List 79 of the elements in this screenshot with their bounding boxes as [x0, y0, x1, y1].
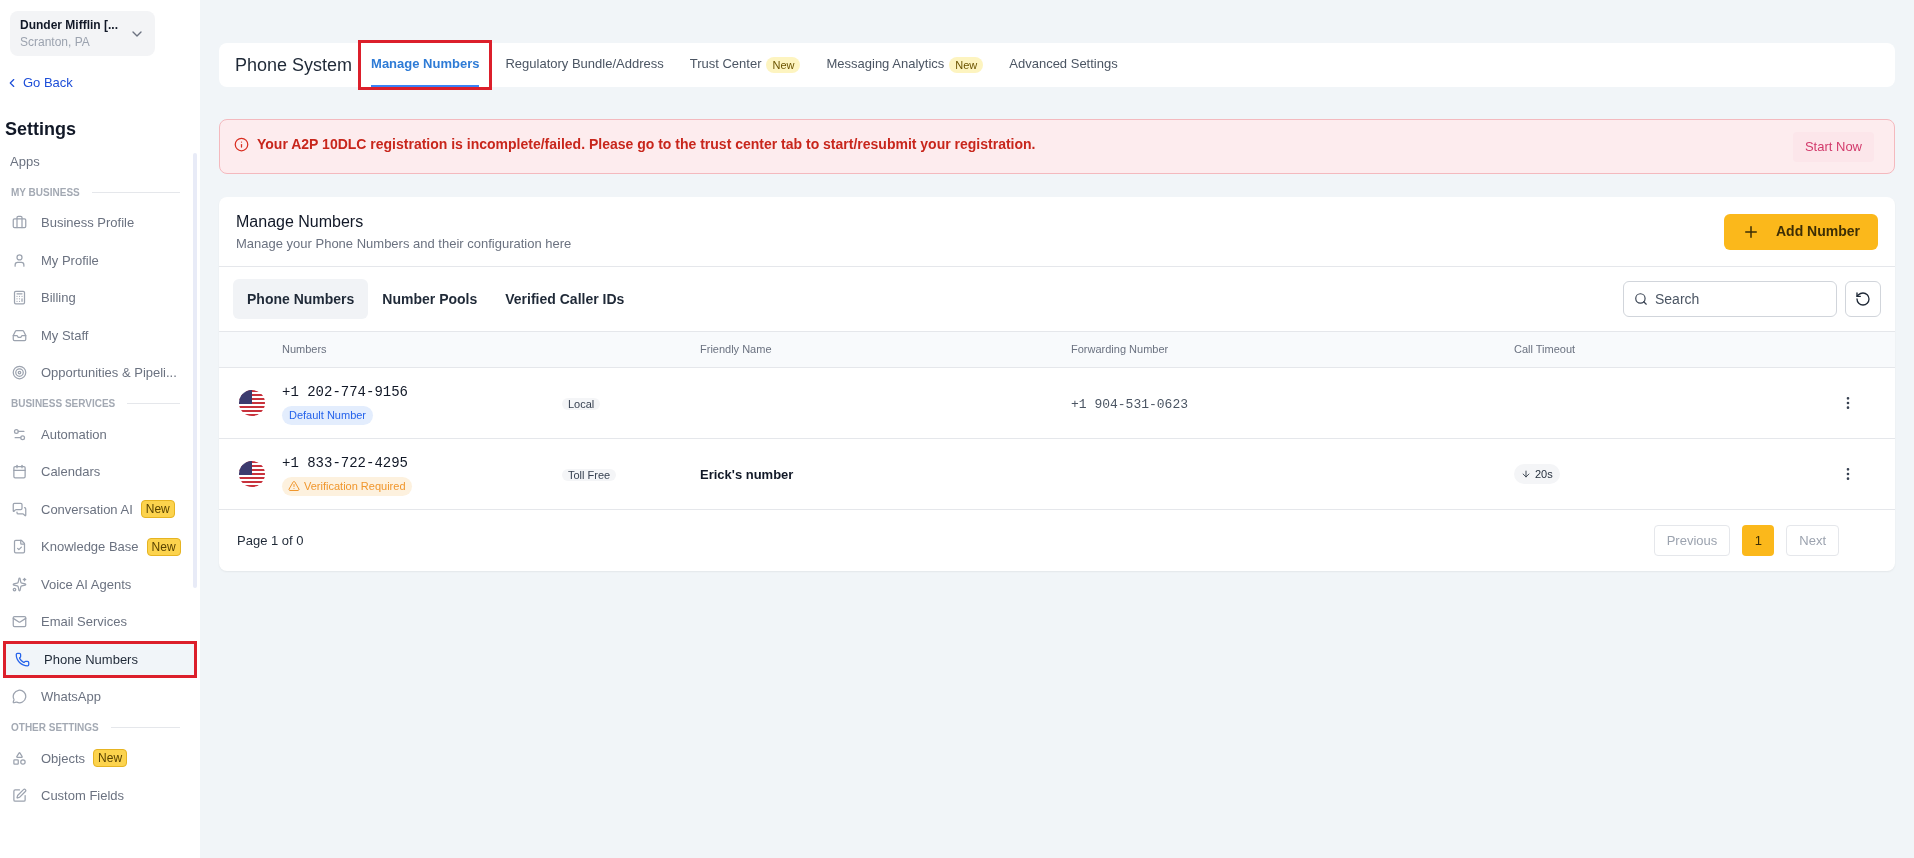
section-heading: MY BUSINESS: [11, 185, 80, 200]
start-now-button[interactable]: Start Now: [1792, 131, 1874, 162]
top-tab[interactable]: Advanced Settings: [999, 43, 1128, 87]
sidebar-item[interactable]: Opportunities & Pipeli...: [0, 354, 194, 392]
new-badge: New: [766, 57, 801, 73]
top-tab[interactable]: Messaging Analytics New: [816, 43, 994, 87]
chat-icon: [12, 689, 27, 705]
card-title: Manage Numbers: [236, 211, 365, 232]
shapes-icon: [12, 750, 27, 766]
top-tab[interactable]: Regulatory Bundle/Address: [495, 43, 674, 87]
warning-icon: [288, 480, 300, 492]
arrow-down-icon: [1521, 469, 1531, 479]
top-tab[interactable]: Trust Center New: [679, 43, 811, 87]
sub-tab[interactable]: Verified Caller IDs: [491, 279, 639, 319]
phone-number: +1 833-722-4295: [282, 453, 409, 473]
friendly-name: Erick's number: [700, 467, 794, 482]
search-icon: [1634, 292, 1648, 306]
back-link[interactable]: Go Back: [5, 73, 73, 93]
user-icon: [12, 252, 27, 268]
calculator-icon: [12, 290, 27, 306]
page-indicator: Page 1 of 0: [237, 531, 304, 550]
timeout-badge: 20s: [1514, 464, 1560, 484]
new-badge: New: [140, 500, 175, 519]
us-flag-icon: [239, 461, 265, 487]
account-switcher[interactable]: Dunder Mifflin [... Scranton, PA: [10, 11, 155, 56]
target-icon: [12, 365, 27, 381]
type-badge: Local: [562, 398, 601, 410]
column-header: Forwarding Number: [1071, 342, 1169, 358]
edit-icon: [12, 788, 27, 804]
forwarding-number: +1 904-531-0623: [1071, 397, 1189, 412]
new-badge: New: [146, 537, 181, 556]
sidebar-item[interactable]: Apps: [0, 142, 194, 180]
us-flag-icon: [239, 390, 265, 416]
top-tab[interactable]: Manage Numbers: [361, 43, 490, 87]
settings-heading: Settings: [5, 117, 77, 141]
phone-number: +1 202-774-9156: [282, 382, 409, 402]
status-badge: Default Number: [282, 405, 374, 425]
sidebar-item[interactable]: Billing: [0, 279, 194, 317]
calendar-icon: [12, 464, 27, 480]
sidebar-item[interactable]: Business Profile: [0, 204, 194, 242]
sidebar-item[interactable]: WhatsApp: [0, 678, 194, 716]
sparkles-icon: [12, 576, 27, 592]
sidebar-item[interactable]: Voice AI Agents: [0, 565, 194, 603]
page-title: Phone System: [235, 53, 353, 77]
info-icon: [234, 136, 249, 152]
new-badge: New: [949, 57, 984, 73]
column-header: Numbers: [282, 342, 327, 358]
briefcase-icon: [12, 215, 27, 231]
section-heading: BUSINESS SERVICES: [11, 397, 116, 411]
sidebar-item[interactable]: My Staff: [0, 316, 194, 354]
refresh-icon: [1855, 291, 1871, 307]
phone-icon: [15, 651, 30, 667]
page-button[interactable]: 1: [1742, 525, 1775, 556]
column-header: Friendly Name: [700, 342, 772, 358]
sub-tab[interactable]: Number Pools: [368, 279, 492, 319]
sidebar-item[interactable]: Objects New: [0, 739, 194, 777]
status-badge: Verification Required: [282, 476, 412, 496]
search-field[interactable]: Search: [1623, 281, 1837, 317]
sidebar-item[interactable]: Conversation AI New: [0, 490, 194, 528]
sidebar-item[interactable]: Email Services: [0, 603, 194, 641]
sidebar-item[interactable]: My Profile: [0, 241, 194, 279]
sidebar-item[interactable]: Automation: [0, 415, 194, 453]
inbox-icon: [12, 327, 27, 343]
sidebar-item[interactable]: Phone Numbers: [3, 640, 197, 678]
section-heading: OTHER SETTINGS: [11, 721, 99, 735]
alert-message: Your A2P 10DLC registration is incomplete/failed. Please go to the trust center tab to start/resubmit your registration.: [257, 134, 1036, 154]
refresh-button[interactable]: [1845, 281, 1881, 317]
new-badge: New: [93, 749, 128, 768]
sidebar-item[interactable]: Custom Fields: [0, 777, 194, 815]
card-subtitle: Manage your Phone Numbers and their configuration here: [236, 234, 572, 253]
document-check-icon: [12, 539, 27, 555]
sidebar-item[interactable]: Knowledge Base New: [0, 528, 194, 566]
type-badge: Toll Free: [562, 469, 617, 481]
column-header: Call Timeout: [1514, 342, 1576, 358]
sidebar-item[interactable]: Calendars: [0, 453, 194, 491]
add-number-button[interactable]: Add Number: [1724, 213, 1878, 250]
sub-tab[interactable]: Phone Numbers: [233, 279, 369, 319]
mail-icon: [12, 614, 27, 630]
chat-bubbles-icon: [12, 501, 27, 517]
